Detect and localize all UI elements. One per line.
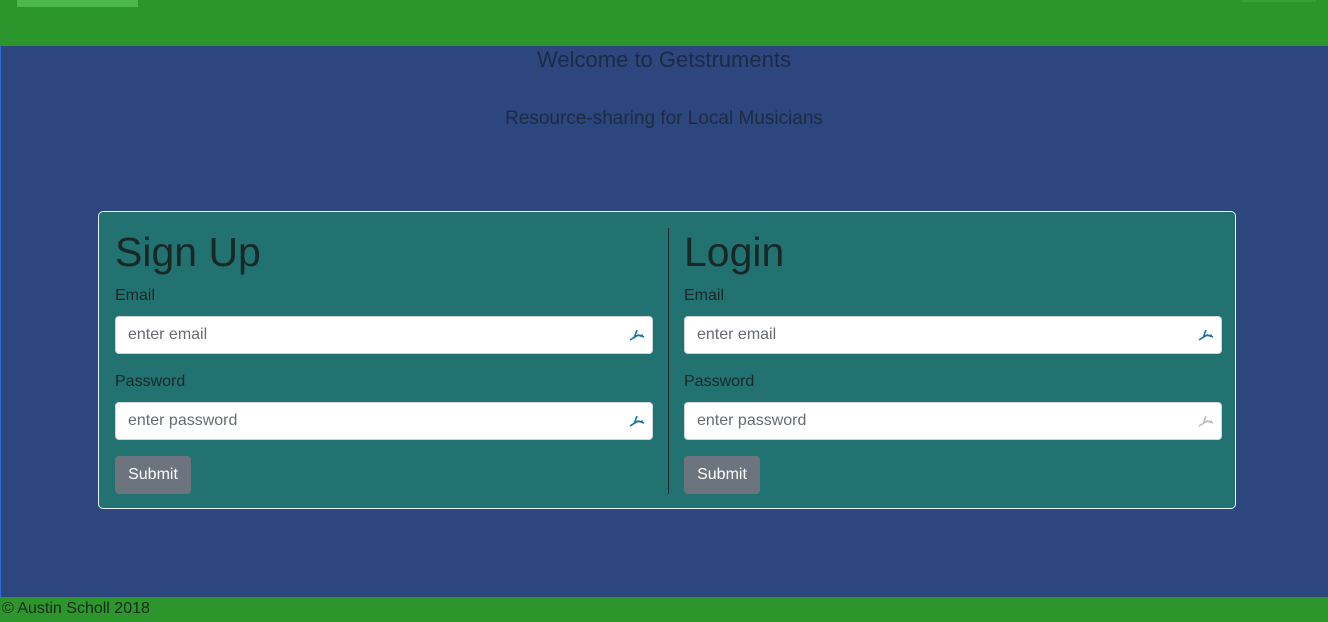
top-navbar <box>0 0 1328 46</box>
signup-submit-button[interactable]: Submit <box>115 456 191 494</box>
signup-password-label: Password <box>115 373 186 390</box>
login-submit-button[interactable]: Submit <box>684 456 760 494</box>
navbar-toggle[interactable] <box>1241 0 1316 2</box>
login-email-field[interactable] <box>684 316 1222 354</box>
signup-password-input[interactable] <box>116 403 616 439</box>
password-manager-fill-icon[interactable] <box>1197 413 1215 429</box>
signup-form: Sign Up Email Password Submit <box>115 212 653 510</box>
navbar-brand-tab[interactable] <box>17 0 138 7</box>
login-heading: Login <box>684 229 785 275</box>
login-email-label: Email <box>684 287 725 304</box>
login-password-label: Password <box>684 373 755 390</box>
signup-email-label: Email <box>115 287 156 304</box>
password-manager-fill-icon[interactable] <box>1197 327 1215 343</box>
page-edge <box>0 0 1 622</box>
login-email-input[interactable] <box>685 317 1185 353</box>
login-password-field[interactable] <box>684 402 1222 440</box>
signup-password-field[interactable] <box>115 402 653 440</box>
panel-divider <box>668 228 669 494</box>
signup-heading: Sign Up <box>115 229 261 275</box>
footer: © Austin Scholl 2018 <box>0 597 1328 622</box>
footer-copyright: © Austin Scholl 2018 <box>2 600 150 617</box>
login-password-input[interactable] <box>685 403 1185 439</box>
page-subtitle: Resource-sharing for Local Musicians <box>505 108 823 129</box>
password-manager-fill-icon[interactable] <box>628 327 646 343</box>
page-title: Welcome to Getstruments <box>537 47 791 72</box>
login-form: Login Email Password Submit <box>684 212 1222 510</box>
password-manager-fill-icon[interactable] <box>628 413 646 429</box>
signup-email-field[interactable] <box>115 316 653 354</box>
signup-email-input[interactable] <box>116 317 616 353</box>
auth-panel: Sign Up Email Password Submit Login Emai… <box>98 211 1236 509</box>
